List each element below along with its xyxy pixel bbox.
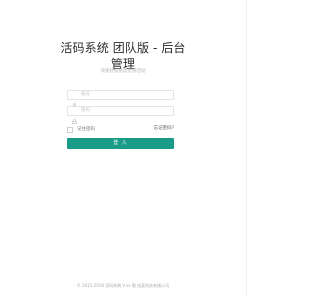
login-button[interactable]: 登 入 [67, 138, 174, 149]
remember-checkbox[interactable] [67, 126, 73, 133]
forgot-password-link[interactable]: 忘记密码? [146, 126, 174, 132]
username-placeholder: 账号 [81, 92, 90, 97]
page-title: 活码系统 团队版 - 后台管理 [60, 41, 186, 71]
page-subtitle: 快速轻松搭建营销活动 [100, 69, 146, 74]
username-field[interactable]: 账号 [67, 90, 174, 108]
password-placeholder: 密码 [81, 108, 90, 113]
lock-icon [72, 109, 77, 125]
page-edge [246, 0, 247, 296]
remember-label: 记住密码 [77, 126, 95, 132]
remember-password[interactable]: 记住密码 [67, 126, 95, 133]
footer-copyright: © 2015-2018 活码系统 V.xx 版 由某科技有限公司 [76, 283, 170, 288]
user-icon [72, 93, 77, 108]
password-field[interactable]: 密码 [67, 106, 174, 125]
